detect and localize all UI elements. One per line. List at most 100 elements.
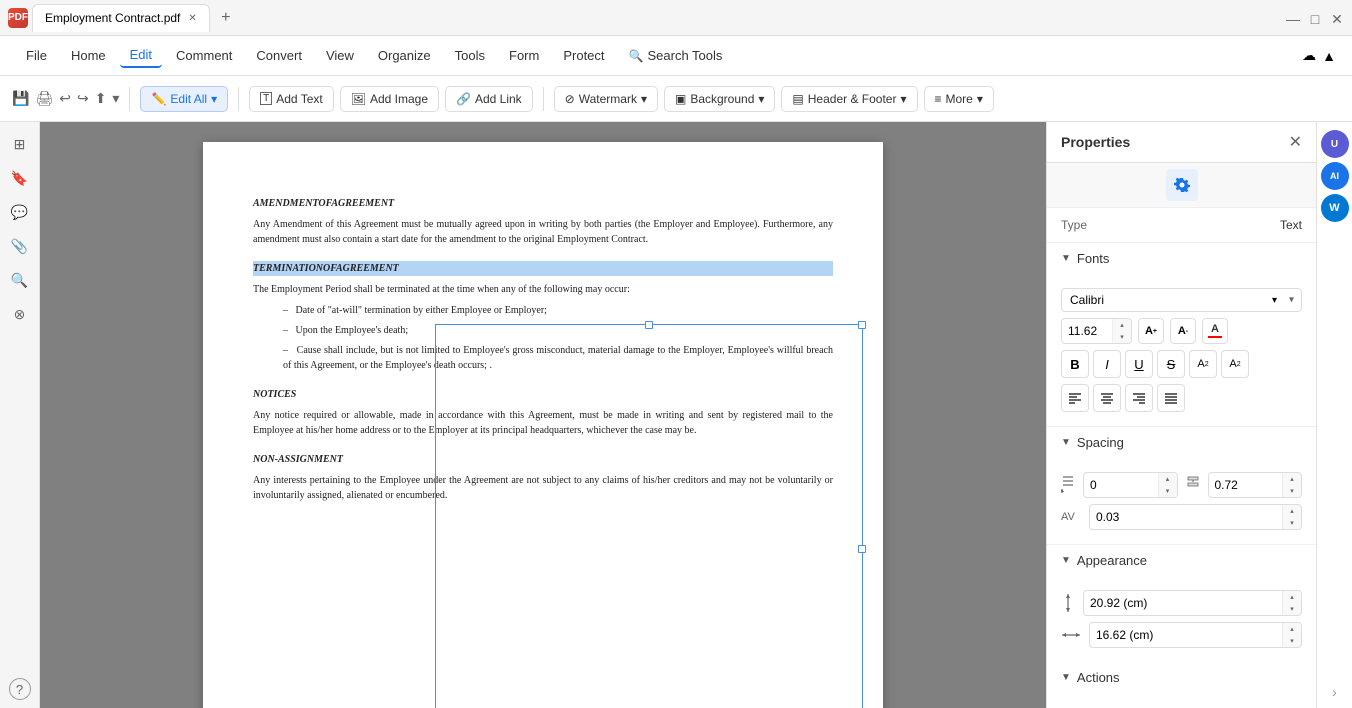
ms-word-icon[interactable]: W bbox=[1321, 194, 1349, 222]
toolbar-more-icon[interactable]: ▾ bbox=[112, 90, 119, 107]
line-spacing-input-wrapper[interactable]: ▴ ▾ bbox=[1083, 472, 1178, 498]
line-spacing-input[interactable] bbox=[1084, 475, 1158, 495]
font-size-input-wrapper[interactable]: ▴ ▾ bbox=[1061, 318, 1132, 344]
para-spacing-input-wrapper[interactable]: ▴ ▾ bbox=[1208, 472, 1303, 498]
menu-convert[interactable]: Convert bbox=[246, 44, 312, 67]
height-input[interactable] bbox=[1084, 593, 1282, 613]
header-footer-button[interactable]: ▤ Header & Footer ▾ bbox=[781, 86, 917, 112]
height-down[interactable]: ▾ bbox=[1283, 603, 1301, 615]
panel-icon-settings[interactable] bbox=[1166, 169, 1198, 201]
toolbar-redo-icon[interactable]: ↪ bbox=[77, 90, 89, 107]
menu-form[interactable]: Form bbox=[499, 44, 549, 67]
width-up[interactable]: ▴ bbox=[1283, 623, 1301, 635]
document-content: AMENDMENTOFAGREEMENT Any Amendment of th… bbox=[253, 196, 833, 503]
add-link-button[interactable]: 🔗 Add Link bbox=[445, 86, 533, 112]
width-input-wrapper[interactable]: ▴ ▾ bbox=[1089, 622, 1302, 648]
superscript-button[interactable]: A2 bbox=[1189, 350, 1217, 378]
font-increase-button[interactable]: A+ bbox=[1138, 318, 1164, 344]
document-area[interactable]: AMENDMENTOFAGREEMENT Any Amendment of th… bbox=[40, 122, 1046, 708]
panel-close-button[interactable]: ✕ bbox=[1289, 132, 1302, 152]
font-size-up[interactable]: ▴ bbox=[1113, 319, 1131, 331]
para-spacing-down[interactable]: ▾ bbox=[1283, 485, 1301, 497]
format-buttons: B I U S A2 A2 bbox=[1061, 350, 1302, 378]
spacing-section-header[interactable]: ▼ Spacing bbox=[1047, 427, 1316, 458]
toolbar-share-icon[interactable]: ⬆ bbox=[95, 90, 107, 107]
align-left-button[interactable] bbox=[1061, 384, 1089, 412]
sidebar-comment-icon[interactable]: 💬 bbox=[6, 198, 34, 226]
sidebar-search-icon[interactable]: 🔍 bbox=[6, 266, 34, 294]
italic-button[interactable]: I bbox=[1093, 350, 1121, 378]
active-tab[interactable]: Employment Contract.pdf ✕ bbox=[32, 4, 210, 32]
subscript-button[interactable]: A2 bbox=[1221, 350, 1249, 378]
fonts-section-header[interactable]: ▼ Fonts bbox=[1047, 243, 1316, 274]
maximize-button[interactable]: □ bbox=[1308, 11, 1322, 25]
right-edge-expand-icon[interactable]: › bbox=[1332, 684, 1337, 700]
bold-button[interactable]: B bbox=[1061, 350, 1089, 378]
char-spacing-input-wrapper[interactable]: ▴ ▾ bbox=[1089, 504, 1302, 530]
height-up[interactable]: ▴ bbox=[1283, 591, 1301, 603]
toolbar-print-icon[interactable]: 🖨 bbox=[35, 90, 53, 107]
expand-icon[interactable]: ▲ bbox=[1322, 48, 1336, 64]
menu-right: ☁ ▲ bbox=[1302, 47, 1336, 64]
font-size-down[interactable]: ▾ bbox=[1113, 331, 1131, 343]
para-spacing-up[interactable]: ▴ bbox=[1283, 473, 1301, 485]
watermark-button[interactable]: ⊘ Watermark ▾ bbox=[554, 86, 658, 112]
underline-button[interactable]: U bbox=[1125, 350, 1153, 378]
add-image-button[interactable]: 🖼 Add Image bbox=[340, 86, 439, 112]
line-spacing-down[interactable]: ▾ bbox=[1159, 485, 1177, 497]
width-down[interactable]: ▾ bbox=[1283, 635, 1301, 647]
sidebar-layers-icon[interactable]: ⊗ bbox=[6, 300, 34, 328]
actions-section-header[interactable]: ▼ Actions bbox=[1047, 662, 1316, 693]
close-button[interactable]: ✕ bbox=[1330, 11, 1344, 25]
add-text-button[interactable]: T Add Text bbox=[249, 86, 334, 112]
user-avatar-icon[interactable]: U bbox=[1321, 130, 1349, 158]
menu-edit[interactable]: Edit bbox=[120, 43, 162, 68]
align-center-button[interactable] bbox=[1093, 384, 1121, 412]
height-input-wrapper[interactable]: ▴ ▾ bbox=[1083, 590, 1302, 616]
line-spacing-up[interactable]: ▴ bbox=[1159, 473, 1177, 485]
toolbar-undo-icon[interactable]: ↩ bbox=[59, 90, 71, 107]
new-tab-button[interactable]: + bbox=[214, 6, 238, 30]
list-item-3: – Cause shall include, but is not limite… bbox=[283, 343, 833, 373]
ai-assistant-icon[interactable]: AI bbox=[1321, 162, 1349, 190]
para-spacing-input[interactable] bbox=[1209, 475, 1283, 495]
menu-view[interactable]: View bbox=[316, 44, 364, 67]
upload-icon[interactable]: ☁ bbox=[1302, 47, 1316, 64]
align-justify-button[interactable] bbox=[1157, 384, 1185, 412]
font-decrease-button[interactable]: A- bbox=[1170, 318, 1196, 344]
menu-organize[interactable]: Organize bbox=[368, 44, 441, 67]
background-button[interactable]: ▣ Background ▾ bbox=[664, 86, 775, 112]
char-spacing-input[interactable] bbox=[1090, 507, 1282, 527]
font-color-button[interactable]: A bbox=[1202, 318, 1228, 344]
align-right-button[interactable] bbox=[1125, 384, 1153, 412]
help-icon[interactable]: ? bbox=[9, 678, 31, 700]
menu-home[interactable]: Home bbox=[61, 44, 116, 67]
properties-panel: Properties ✕ Type Text ▼ Fonts Calibri bbox=[1046, 122, 1316, 708]
width-row: ▴ ▾ bbox=[1061, 622, 1302, 648]
app-icon: PDF bbox=[8, 8, 28, 28]
char-spacing-up[interactable]: ▴ bbox=[1283, 505, 1301, 517]
font-size-row: ▴ ▾ A+ A- A bbox=[1061, 318, 1302, 344]
menu-file[interactable]: File bbox=[16, 44, 57, 67]
minimize-button[interactable]: — bbox=[1286, 11, 1300, 25]
menu-search-tools[interactable]: 🔍 Search Tools bbox=[619, 44, 733, 67]
sidebar-pages-icon[interactable]: ⊞ bbox=[6, 130, 34, 158]
strikethrough-button[interactable]: S bbox=[1157, 350, 1185, 378]
more-button[interactable]: ≡ More ▾ bbox=[924, 86, 994, 112]
toolbar-save-icon[interactable]: 💾 bbox=[12, 90, 29, 107]
handle-mid-right[interactable] bbox=[858, 545, 866, 553]
appearance-section-header[interactable]: ▼ Appearance bbox=[1047, 545, 1316, 576]
font-family-select[interactable]: Calibri ▾ bbox=[1061, 288, 1302, 312]
tab-close-button[interactable]: ✕ bbox=[188, 13, 196, 24]
edit-all-button[interactable]: ✏️ Edit All ▾ bbox=[140, 86, 228, 112]
font-size-input[interactable] bbox=[1062, 321, 1112, 341]
char-spacing-down[interactable]: ▾ bbox=[1283, 517, 1301, 529]
appearance-section-content: ▴ ▾ ▴ ▾ bbox=[1047, 576, 1316, 662]
sidebar-attachment-icon[interactable]: 📎 bbox=[6, 232, 34, 260]
width-input[interactable] bbox=[1090, 625, 1282, 645]
menu-comment[interactable]: Comment bbox=[166, 44, 242, 67]
menu-tools[interactable]: Tools bbox=[445, 44, 495, 67]
menu-protect[interactable]: Protect bbox=[553, 44, 614, 67]
handle-top-right[interactable] bbox=[858, 321, 866, 329]
sidebar-bookmark-icon[interactable]: 🔖 bbox=[6, 164, 34, 192]
